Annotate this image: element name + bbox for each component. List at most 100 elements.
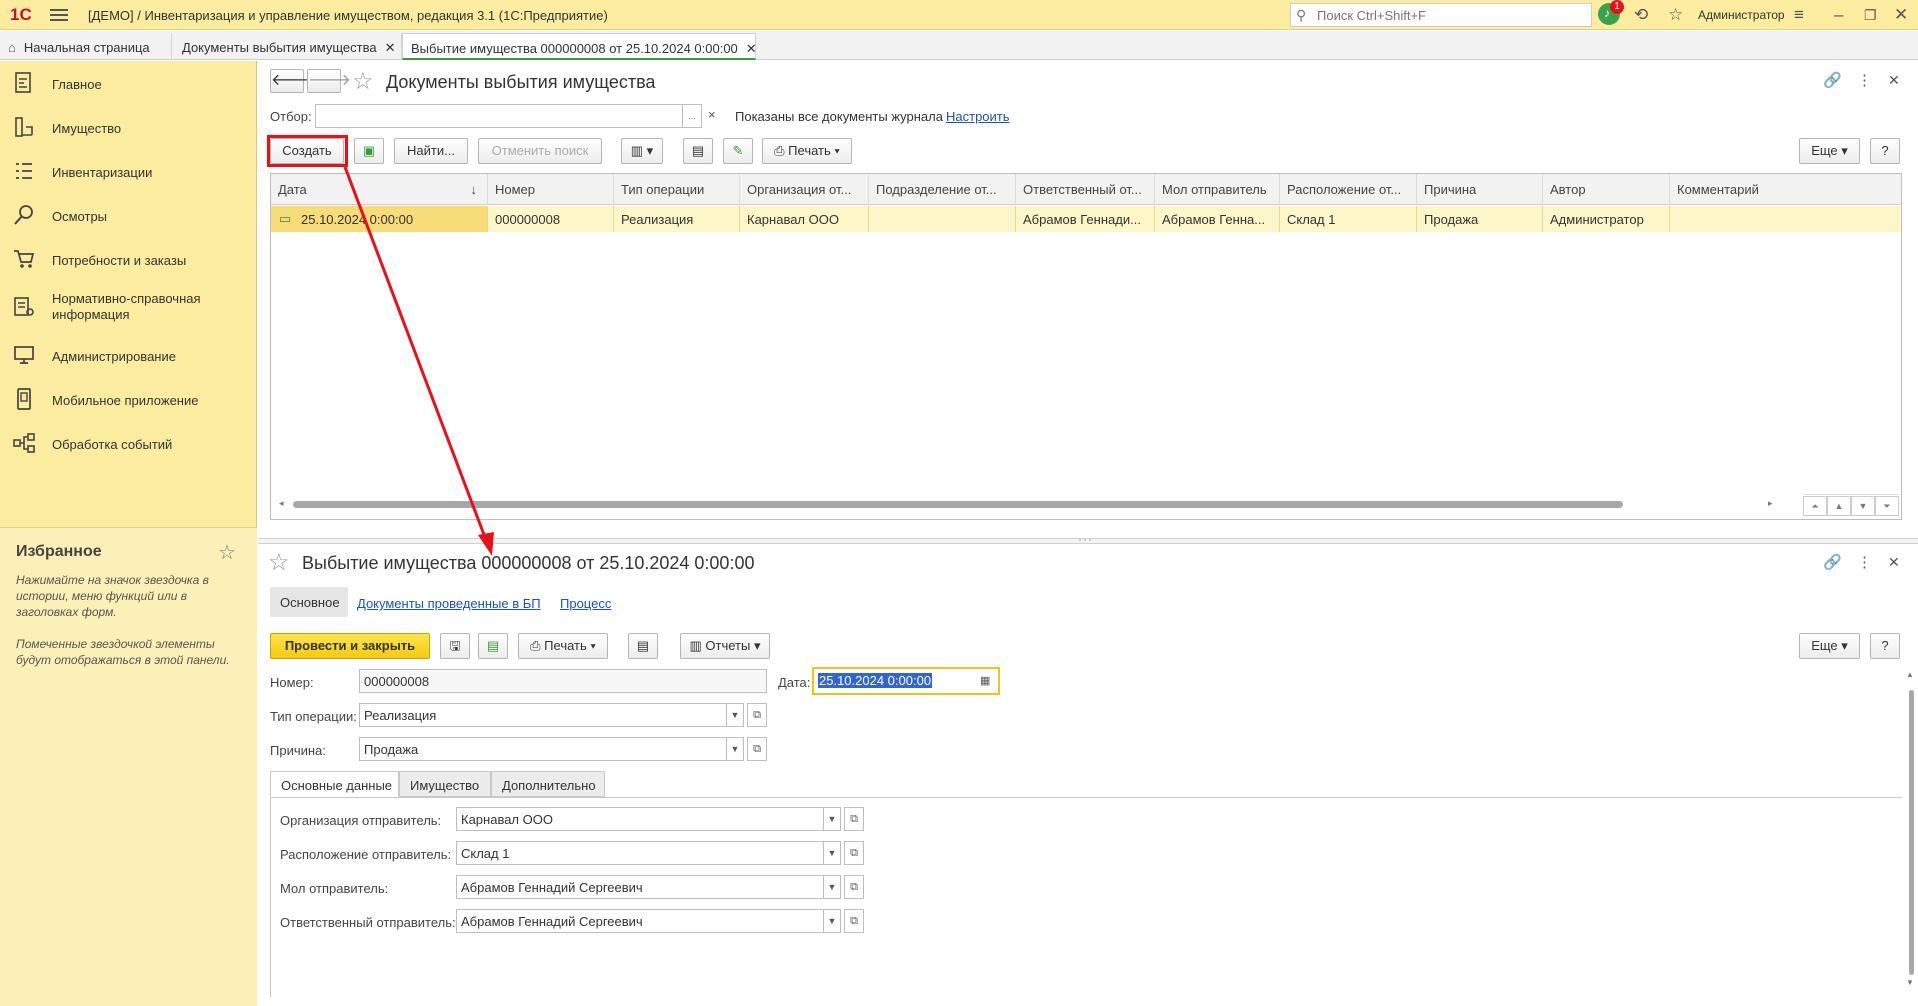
close-tab-icon[interactable]: ✕ (746, 41, 757, 56)
minimize-icon[interactable]: – (1834, 5, 1843, 25)
help-button[interactable]: ? (1870, 138, 1900, 164)
post-and-close-button[interactable]: Провести и закрыть (270, 633, 430, 659)
table-cell[interactable]: Склад 1 (1280, 206, 1417, 232)
reason-dropdown-icon[interactable]: ▼ (726, 737, 744, 761)
table-cell[interactable]: 000000008 (488, 206, 614, 232)
create-based-on-icon[interactable]: ▥ ▾ (621, 138, 663, 164)
more-actions-icon[interactable]: ⋮ (1857, 71, 1872, 89)
operation-type-open-icon[interactable]: ⧉ (747, 703, 767, 727)
cancel-search-button[interactable]: Отменить поиск (478, 138, 602, 164)
column-header[interactable]: Расположение от... (1280, 174, 1417, 205)
current-user[interactable]: Администратор (1698, 8, 1785, 22)
table-cell[interactable]: Продажа (1417, 206, 1543, 232)
mol-sender-field[interactable]: Абрамов Геннадий Сергеевич (456, 875, 824, 899)
column-header[interactable]: Комментарий (1670, 174, 1901, 205)
column-header[interactable]: Тип операции (614, 174, 740, 205)
documents-table[interactable]: Дата ↓ Номер Тип операции Организация от.… (270, 173, 1902, 520)
history-icon[interactable]: ⟲ (1634, 5, 1648, 25)
sidebar-item-administration[interactable]: Администрирование (0, 333, 257, 377)
location-dropdown-icon[interactable]: ▼ (823, 841, 841, 865)
back-button[interactable]: 🡐 (270, 69, 314, 93)
responsible-open-icon[interactable]: ⧉ (844, 909, 864, 933)
table-cell[interactable]: Карнавал ООО (740, 206, 869, 232)
print-button[interactable]: ⎙ Печать ▾ (762, 138, 852, 164)
vertical-scrollbar[interactable] (1909, 690, 1914, 975)
mol-open-icon[interactable]: ⧉ (844, 875, 864, 899)
print-button[interactable]: ⎙ Печать ▾ (518, 633, 608, 659)
tab-home[interactable]: ⌂ Начальная страница (0, 33, 172, 60)
location-sender-field[interactable]: Склад 1 (456, 841, 824, 865)
column-header[interactable]: Номер (488, 174, 614, 205)
column-header[interactable]: Подразделение от... (869, 174, 1016, 205)
operation-type-dropdown-icon[interactable]: ▼ (726, 703, 744, 727)
filter-clear-icon[interactable]: × (708, 107, 716, 122)
reason-field[interactable]: Продажа (359, 737, 727, 761)
filter-select-button[interactable]: ... (682, 104, 702, 128)
filter-input[interactable] (315, 104, 683, 128)
responsible-dropdown-icon[interactable]: ▼ (823, 909, 841, 933)
responsible-sender-field[interactable]: Абрамов Геннадий Сергеевич (456, 909, 824, 933)
scroll-right-icon[interactable]: ▸ (1768, 498, 1773, 509)
close-form-icon[interactable]: ✕ (1888, 72, 1900, 89)
search-input[interactable] (1315, 4, 1585, 26)
reports-button[interactable]: ▥ Отчеты ▾ (680, 633, 770, 659)
column-header[interactable]: Дата ↓ (271, 174, 488, 205)
help-button[interactable]: ? (1870, 633, 1900, 659)
table-cell[interactable] (1670, 206, 1901, 232)
sidebar-item-inspections[interactable]: Осмотры (0, 193, 257, 237)
sidebar-item-mobile-app[interactable]: Мобильное приложение (0, 377, 257, 421)
column-header[interactable]: Мол отправитель (1155, 174, 1280, 205)
nav-process-link[interactable]: Процесс (560, 596, 611, 611)
forward-button[interactable]: 🡒 (307, 69, 351, 93)
date-field[interactable]: 25.10.2024 0:00:00 (812, 667, 1000, 695)
sidebar-item-main[interactable]: Главное (0, 61, 257, 105)
operation-type-field[interactable]: Реализация (359, 703, 727, 727)
org-dropdown-icon[interactable]: ▼ (823, 807, 841, 831)
global-search[interactable]: ⚲ (1290, 3, 1592, 27)
column-header[interactable]: Причина (1417, 174, 1543, 205)
favorites-star-icon[interactable]: ☆ (1668, 5, 1683, 25)
tab-property[interactable]: Имущество (399, 771, 491, 797)
scroll-down-icon[interactable]: ▼ (1906, 978, 1914, 987)
org-open-icon[interactable]: ⧉ (844, 807, 864, 831)
main-menu-icon[interactable] (50, 6, 68, 22)
table-cell[interactable]: ▭ 25.10.2024 0:00:00 (271, 206, 488, 232)
more-button[interactable]: Еще ▾ (1799, 138, 1860, 164)
sidebar-item-inventory[interactable]: Инвентаризации (0, 149, 257, 193)
link-icon[interactable]: 🔗 (1823, 71, 1842, 89)
more-button[interactable]: Еще ▾ (1799, 633, 1860, 659)
sidebar-item-needs-orders[interactable]: Потребности и заказы (0, 237, 257, 281)
sidebar-item-property[interactable]: Имущество (0, 105, 257, 149)
number-field[interactable]: 000000008 (359, 669, 767, 693)
close-form-icon[interactable]: ✕ (1888, 554, 1900, 571)
org-sender-field[interactable]: Карнавал ООО (456, 807, 824, 831)
link-icon[interactable]: 🔗 (1823, 553, 1842, 571)
find-button[interactable]: Найти... (394, 138, 468, 164)
page-down-icon[interactable]: ▼ (1851, 496, 1875, 516)
close-tab-icon[interactable]: ✕ (385, 40, 396, 55)
table-cell[interactable]: Абрамов Генна... (1155, 206, 1280, 232)
page-up-icon[interactable]: ▲ (1827, 496, 1851, 516)
location-open-icon[interactable]: ⧉ (844, 841, 864, 865)
nav-main-tab[interactable]: Основное (270, 587, 348, 617)
report-icon[interactable]: ▤ (683, 138, 713, 164)
tab-disposal-doc-8[interactable]: Выбытие имущества 000000008 от 25.10.202… (402, 33, 757, 60)
save-icon[interactable]: 🖫 (440, 633, 470, 659)
edit-icon[interactable]: ✎ (723, 138, 753, 164)
tab-main-data[interactable]: Основные данные (270, 771, 399, 797)
column-header[interactable]: Организация от... (740, 174, 869, 205)
mol-dropdown-icon[interactable]: ▼ (823, 875, 841, 899)
close-window-icon[interactable]: ✕ (1894, 5, 1908, 25)
settings-menu-icon[interactable]: ≡ (1794, 5, 1804, 25)
post-icon[interactable]: ▤ (478, 633, 508, 659)
nav-bp-docs-link[interactable]: Документы проведенные в БП (357, 596, 541, 611)
restore-icon[interactable]: ❐ (1864, 7, 1877, 24)
more-actions-icon[interactable]: ⋮ (1857, 553, 1872, 571)
table-cell[interactable] (869, 206, 1016, 232)
calendar-icon[interactable]: ▦ (980, 674, 990, 687)
favorite-star-icon[interactable]: ☆ (268, 548, 290, 577)
structure-icon[interactable]: ▤ (628, 633, 658, 659)
tab-additional[interactable]: Дополнительно (491, 771, 605, 797)
sidebar-item-event-processing[interactable]: Обработка событий (0, 421, 257, 465)
copy-icon[interactable]: ▣ (354, 138, 384, 164)
